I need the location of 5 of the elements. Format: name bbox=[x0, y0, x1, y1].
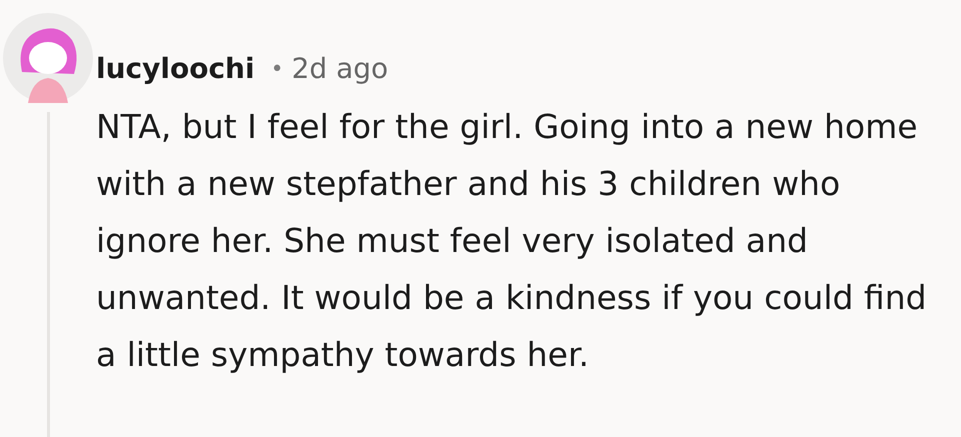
username[interactable]: lucyloochi bbox=[96, 48, 255, 90]
avatar-icon[interactable] bbox=[2, 12, 94, 104]
comment-text: NTA, but I feel for the girl. Going into a new home with a new stepfather and his 3 children who ignore her. She must feel very isolated and unwanted. It would be a kindness if you could find a little sympathy towards her. bbox=[96, 106, 928, 376]
separator-dot: • bbox=[270, 56, 284, 84]
timestamp: 2d ago bbox=[292, 51, 388, 87]
